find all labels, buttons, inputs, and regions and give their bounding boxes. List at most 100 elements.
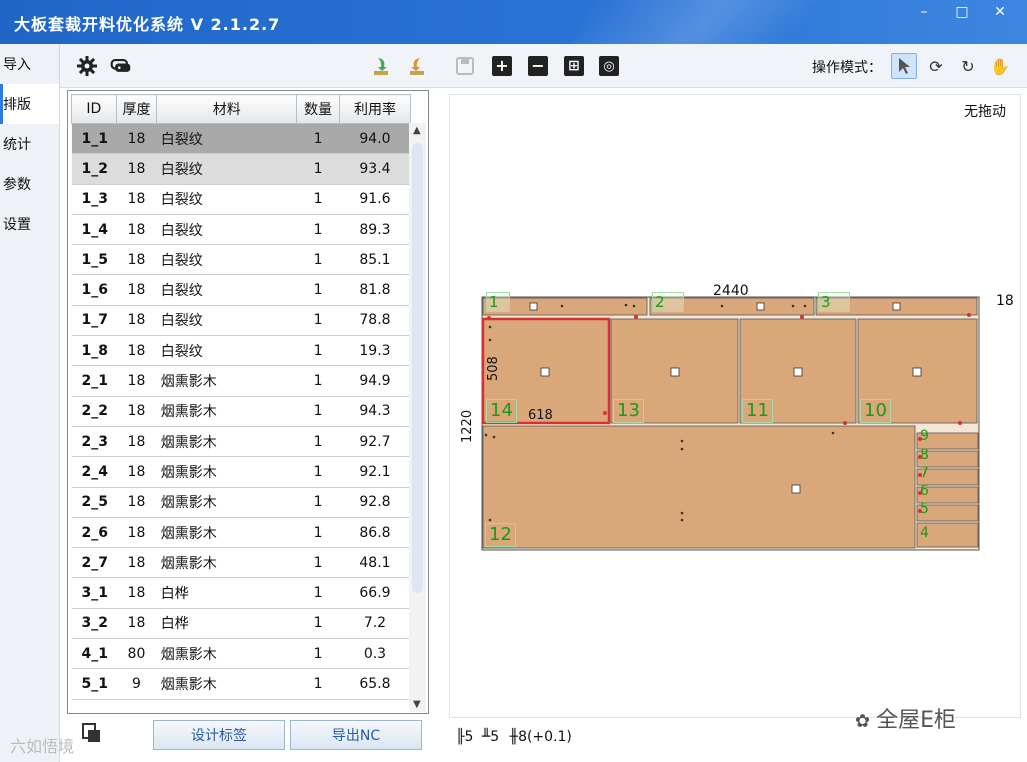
col-id-header[interactable]: ID: [71, 94, 117, 124]
table-row[interactable]: 1_1 18 白裂纹 1 94.0: [71, 123, 411, 155]
export-nc-button[interactable]: 导出NC: [290, 720, 422, 750]
cell-material: 烟熏影木: [156, 456, 297, 488]
part-label-3: 3: [818, 292, 850, 312]
cell-id: 2_5: [71, 487, 117, 518]
table-row[interactable]: 1_3 18 白裂纹 1 91.6: [71, 184, 411, 215]
cell-qty: 1: [296, 244, 340, 276]
cell-thickness: 18: [116, 487, 157, 518]
cell-id: 1_3: [71, 184, 117, 215]
table-row[interactable]: 4_1 80 烟熏影木 1 0.3: [71, 638, 411, 670]
table-row[interactable]: 2_1 18 烟熏影木 1 94.9: [71, 365, 411, 397]
cell-material: 白裂纹: [156, 335, 297, 367]
table-row[interactable]: 1_4 18 白裂纹 1 89.3: [71, 214, 411, 246]
table-row[interactable]: 2_6 18 烟熏影木 1 86.8: [71, 517, 411, 549]
print-icon[interactable]: [80, 722, 102, 744]
scrollbar[interactable]: ▲ ▼: [409, 123, 426, 712]
plus-icon[interactable]: +: [491, 55, 513, 77]
part-label-9: 9: [920, 428, 929, 444]
gear-icon[interactable]: [76, 55, 98, 77]
table-row[interactable]: 2_4 18 烟熏影木 1 92.1: [71, 456, 411, 488]
col-qty-header[interactable]: 数量: [296, 94, 340, 124]
cell-material: 白裂纹: [156, 123, 297, 155]
hand-mode-icon[interactable]: ✋: [987, 53, 1013, 79]
table-row[interactable]: 5_1 9 烟熏影木 1 65.8: [71, 668, 411, 700]
sheet-table: ID 厚度 材料 数量 利用率 1_1 18 白裂纹 1 94.0 1_2 18 白裂纹 1 93…: [71, 94, 412, 700]
cell-qty: 1: [296, 668, 340, 700]
table-row[interactable]: 3_1 18 白桦 1 66.9: [71, 577, 411, 609]
cell-qty: 1: [296, 456, 340, 488]
tag-icon[interactable]: [110, 55, 132, 77]
part-width-label: 618: [528, 408, 553, 423]
table-row[interactable]: 3_2 18 白桦 1 7.2: [71, 608, 411, 640]
part-12: [482, 425, 916, 549]
col-material-header[interactable]: 材料: [156, 94, 298, 124]
import-orange-icon[interactable]: [406, 55, 428, 77]
cell-id: 3_2: [71, 608, 117, 640]
table-row[interactable]: 1_5 18 白裂纹 1 85.1: [71, 244, 411, 276]
title-decoration: [556, 0, 904, 44]
scroll-down-icon[interactable]: ▼: [413, 699, 421, 710]
save-icon[interactable]: [454, 55, 476, 77]
cell-qty: 1: [296, 426, 340, 458]
design-label-button[interactable]: 设计标签: [153, 720, 285, 750]
cell-material: 烟熏影木: [156, 396, 297, 427]
sidebar-item-layout[interactable]: 排版: [0, 84, 59, 124]
layout-canvas[interactable]: 无拖动 1 2 3 14 13 11 10 12 9 8 7 6 5 4 244…: [449, 94, 1021, 718]
cell-rate: 92.8: [339, 487, 411, 518]
table-row[interactable]: 1_6 18 白裂纹 1 81.8: [71, 274, 411, 306]
rotate-cw-icon[interactable]: ⟳: [923, 53, 949, 79]
add-sheet-icon[interactable]: ⊞: [563, 55, 585, 77]
sidebar-item-settings[interactable]: 设置: [0, 204, 59, 244]
brand-watermark: ✿ 全屋E柜: [855, 708, 956, 733]
sidebar-item-params[interactable]: 参数: [0, 164, 59, 204]
import-green-icon[interactable]: [370, 55, 392, 77]
cell-thickness: 18: [116, 365, 157, 397]
cell-rate: 89.3: [339, 214, 411, 246]
table-row[interactable]: 2_3 18 烟熏影木 1 92.7: [71, 426, 411, 458]
cell-material: 白裂纹: [156, 305, 297, 337]
table-row[interactable]: 2_2 18 烟熏影木 1 94.3: [71, 396, 411, 427]
pointer-mode-icon[interactable]: [891, 53, 917, 79]
part-label-4: 4: [920, 525, 929, 541]
cell-qty: 1: [296, 365, 340, 397]
cell-id: 1_1: [71, 123, 117, 155]
cell-qty: 1: [296, 274, 340, 306]
rotate-ccw-icon[interactable]: ↻: [955, 53, 981, 79]
status-bar: ╟5 ╨5 ╫8(+0.1): [456, 729, 572, 745]
minimize-button[interactable]: –: [905, 0, 943, 24]
search-icon[interactable]: ◎: [598, 55, 620, 77]
cell-rate: 86.8: [339, 517, 411, 549]
cell-material: 白裂纹: [156, 214, 297, 246]
cell-qty: 1: [296, 577, 340, 609]
scrollbar-thumb[interactable]: [412, 143, 423, 593]
status-a: 5: [464, 729, 474, 745]
cell-rate: 19.3: [339, 335, 411, 367]
cell-thickness: 18: [116, 184, 157, 215]
sheet-drawing: [481, 296, 980, 551]
table-row[interactable]: 1_7 18 白裂纹 1 78.8: [71, 305, 411, 337]
minus-icon[interactable]: −: [527, 55, 549, 77]
scroll-up-icon[interactable]: ▲: [413, 125, 421, 136]
maximize-button[interactable]: □: [943, 0, 981, 24]
cell-id: 1_6: [71, 274, 117, 306]
col-thickness-header[interactable]: 厚度: [115, 94, 158, 124]
table-row[interactable]: 2_5 18 烟熏影木 1 92.8: [71, 487, 411, 518]
table-row[interactable]: 1_2 18 白裂纹 1 93.4: [71, 153, 411, 185]
cell-thickness: 18: [116, 244, 157, 276]
table-row[interactable]: 1_8 18 白裂纹 1 19.3: [71, 335, 411, 367]
cell-rate: 7.2: [339, 608, 411, 640]
status-b: 5: [490, 729, 500, 745]
close-button[interactable]: ✕: [981, 0, 1019, 24]
cell-thickness: 18: [116, 305, 157, 337]
col-rate-header[interactable]: 利用率: [338, 94, 412, 124]
cell-thickness: 9: [116, 668, 157, 700]
sidebar-item-stats[interactable]: 统计: [0, 124, 59, 164]
part-label-7: 7: [920, 465, 929, 481]
sidebar-item-import[interactable]: 导入: [0, 44, 59, 84]
title-bar: 大板套裁开料优化系统 V 2.1.2.7 – □ ✕: [0, 0, 1027, 44]
cell-thickness: 18: [116, 608, 157, 640]
cell-thickness: 18: [116, 547, 157, 579]
cell-material: 白桦: [156, 608, 297, 640]
cell-qty: 1: [296, 123, 340, 155]
table-row[interactable]: 2_7 18 烟熏影木 1 48.1: [71, 547, 411, 579]
